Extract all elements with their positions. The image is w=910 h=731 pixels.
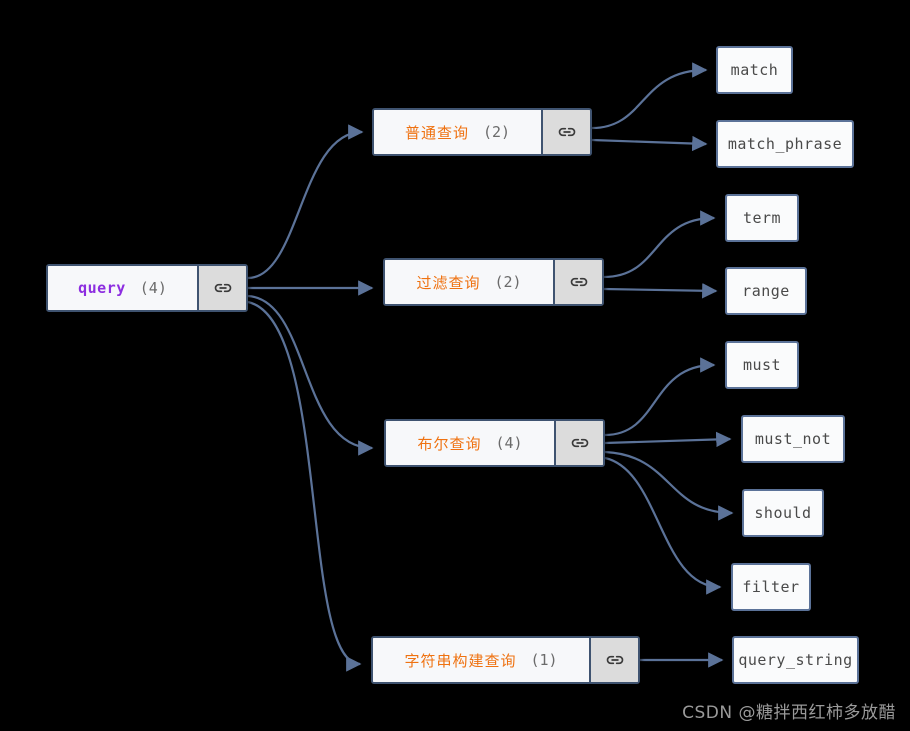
leaf-match[interactable]: match — [716, 46, 793, 94]
node-branch-query-string-builder-body: 字符串构建查询 (1) — [373, 638, 589, 682]
edge-branch-3-to-should — [604, 450, 734, 521]
leaf-query-string-label: query_string — [738, 651, 853, 669]
edge-branch-1-to-match-phrase — [591, 135, 708, 152]
leaf-filter[interactable]: filter — [731, 563, 811, 611]
node-root-body: query (4) — [48, 266, 197, 310]
node-branch-normal-query-link-cell[interactable] — [541, 110, 590, 154]
leaf-match-phrase[interactable]: match_phrase — [716, 120, 854, 168]
link-icon — [214, 283, 231, 293]
node-branch-filter-query-label: 过滤查询 — [416, 273, 481, 292]
leaf-term-label: term — [742, 209, 782, 227]
link-icon — [558, 127, 575, 137]
leaf-must-not[interactable]: must_not — [741, 415, 845, 463]
mindmap-canvas: query (4) 普通查询 (2) 过滤查询 (2) 布尔查询 (4) 字符串… — [0, 0, 910, 731]
leaf-must-label: must — [742, 356, 782, 374]
link-icon — [606, 655, 623, 665]
leaf-must-not-label: must_not — [754, 430, 832, 448]
node-branch-query-string-builder-link-cell[interactable] — [589, 638, 638, 682]
edge-root-to-branch-4 — [247, 300, 362, 672]
leaf-range[interactable]: range — [725, 267, 807, 315]
node-branch-normal-query-body: 普通查询 (2) — [374, 110, 541, 154]
leaf-should[interactable]: should — [742, 489, 824, 537]
leaf-query-string[interactable]: query_string — [732, 636, 859, 684]
node-branch-normal-query-count: (2) — [482, 123, 511, 141]
node-branch-bool-query-count: (4) — [495, 434, 523, 452]
leaf-must[interactable]: must — [725, 341, 799, 389]
edge-branch-3-to-must-not — [604, 431, 732, 448]
edge-root-to-branch-3 — [247, 294, 374, 456]
node-branch-query-string-builder-label: 字符串构建查询 — [404, 651, 517, 670]
node-branch-bool-query-label: 布尔查询 — [417, 434, 482, 453]
edge-branch-2-to-term — [603, 210, 716, 279]
node-branch-bool-query-link-cell[interactable] — [554, 421, 603, 465]
node-root-label: query — [78, 279, 126, 297]
leaf-match-label: match — [730, 61, 779, 79]
leaf-term[interactable]: term — [725, 194, 799, 242]
node-root-count: (4) — [139, 279, 167, 297]
edge-branch-2-to-range — [603, 283, 718, 299]
edge-branch-1-to-match — [591, 62, 708, 130]
node-branch-filter-query-link-cell[interactable] — [553, 260, 602, 304]
node-branch-filter-query-body: 过滤查询 (2) — [385, 260, 553, 304]
node-branch-bool-query[interactable]: 布尔查询 (4) — [384, 419, 605, 467]
node-branch-bool-query-body: 布尔查询 (4) — [386, 421, 554, 465]
leaf-match-phrase-label: match_phrase — [727, 135, 843, 153]
node-root-link-cell[interactable] — [197, 266, 246, 310]
edge-branch-3-to-filter — [604, 456, 722, 595]
node-branch-filter-query[interactable]: 过滤查询 (2) — [383, 258, 604, 306]
node-branch-normal-query[interactable]: 普通查询 (2) — [372, 108, 592, 156]
node-root[interactable]: query (4) — [46, 264, 248, 312]
edge-root-to-branch-1 — [247, 124, 364, 280]
node-branch-filter-query-count: (2) — [494, 273, 522, 291]
leaf-should-label: should — [754, 504, 812, 522]
node-branch-query-string-builder-count: (1) — [530, 651, 558, 669]
leaf-range-label: range — [742, 282, 790, 300]
node-branch-query-string-builder[interactable]: 字符串构建查询 (1) — [371, 636, 640, 684]
node-branch-normal-query-label: 普通查询 — [404, 123, 469, 142]
link-icon — [570, 277, 587, 287]
leaf-filter-label: filter — [742, 578, 800, 596]
edge-branch-3-to-must — [604, 357, 716, 437]
watermark: CSDN @糖拌西红柿多放醋 — [682, 703, 896, 723]
link-icon — [571, 438, 588, 448]
